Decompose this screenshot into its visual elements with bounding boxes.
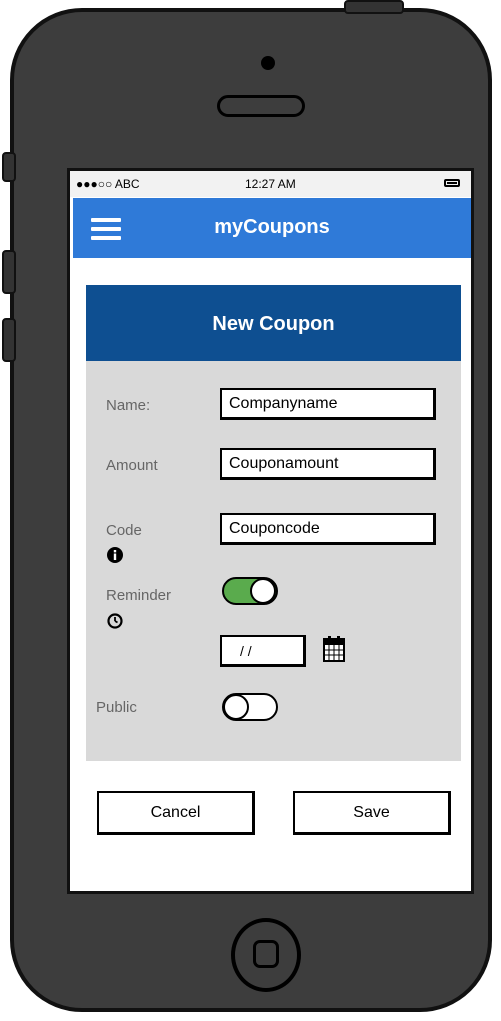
public-label: Public — [96, 699, 137, 716]
save-button[interactable]: Save — [293, 791, 451, 835]
camera-icon — [261, 56, 275, 70]
public-toggle[interactable] — [222, 693, 278, 721]
reminder-label: Reminder — [106, 587, 172, 604]
amount-field[interactable] — [220, 448, 436, 480]
cancel-button[interactable]: Cancel — [97, 791, 255, 835]
reminder-toggle[interactable] — [222, 577, 278, 605]
form-title: New Coupon — [86, 285, 461, 361]
name-label: Name: — [106, 397, 151, 414]
power-button — [344, 0, 404, 14]
code-field[interactable] — [220, 513, 436, 545]
clock-icon — [107, 613, 123, 629]
home-button-square — [253, 940, 279, 968]
status-bar: ●●●○○ ABC 12:27 AM — [70, 171, 471, 197]
battery-icon — [444, 179, 460, 187]
toggle-knob — [223, 694, 249, 720]
phone-screen: ●●●○○ ABC 12:27 AM myCoupons New Coupon … — [67, 168, 474, 894]
reminder-date-field[interactable]: / / — [220, 635, 306, 667]
app-title: myCoupons — [214, 216, 330, 238]
code-label: Code — [106, 522, 142, 539]
speaker-grille — [217, 95, 305, 117]
carrier-signal: ●●●○○ ABC — [76, 177, 140, 191]
app-bar: myCoupons — [73, 198, 471, 258]
status-time: 12:27 AM — [245, 177, 296, 191]
amount-label: Amount — [106, 457, 158, 474]
volume-up-button — [2, 250, 16, 294]
volume-down-button — [2, 318, 16, 362]
mute-switch — [2, 152, 16, 182]
phone-frame: ●●●○○ ABC 12:27 AM myCoupons New Coupon … — [2, 0, 492, 1012]
info-icon[interactable] — [107, 547, 123, 563]
toggle-knob — [250, 578, 276, 604]
calendar-icon[interactable] — [322, 635, 346, 663]
name-field[interactable] — [220, 388, 436, 420]
home-button[interactable] — [231, 918, 301, 992]
new-coupon-form: New Coupon Name: Amount Code Reminder / — [86, 285, 461, 761]
